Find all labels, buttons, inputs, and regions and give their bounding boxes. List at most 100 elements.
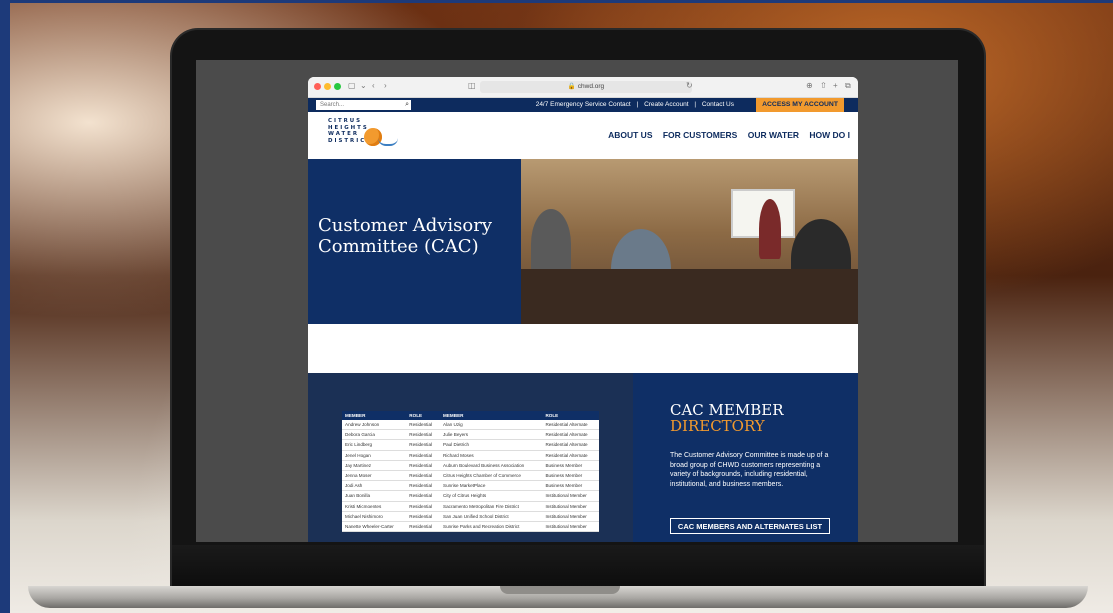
table-header-row: MEMBER ROLE MEMBER ROLE xyxy=(342,411,599,420)
nav-how-do-i[interactable]: HOW DO I xyxy=(809,130,850,140)
table-cell: Sacramento Metropolitan Fire District xyxy=(440,501,543,512)
access-account-button[interactable]: ACCESS MY ACCOUNT xyxy=(756,98,844,112)
table-cell: Citrus Heights Chamber of Commerce xyxy=(440,470,543,482)
members-table: MEMBER ROLE MEMBER ROLE Andrew Johnson Re… xyxy=(342,411,599,533)
table-cell: Residential Alternate xyxy=(542,429,599,441)
table-cell: Residential xyxy=(406,521,441,533)
laptop-bezel-bottom xyxy=(172,545,984,587)
directory-title-line: DIRECTORY xyxy=(670,417,765,435)
nav-about-us[interactable]: ABOUT US xyxy=(608,130,652,140)
table-cell: Residential xyxy=(406,511,441,522)
table-row: Debora Garcia Residential Julie Beyers Resi… xyxy=(342,429,599,441)
table-cell: Sunrise Parks and Recreation District xyxy=(440,521,543,533)
members-list-button[interactable]: CAC MEMBERS AND ALTERNATES LIST xyxy=(670,518,830,534)
meeting-chairs xyxy=(521,269,858,324)
table-cell: Institutional Member xyxy=(542,511,599,522)
back-icon[interactable]: ‹ xyxy=(372,81,375,90)
table-cell: Residential xyxy=(406,460,441,471)
maximize-window-button[interactable] xyxy=(334,83,341,90)
table-cell: Kristi Micmoentes xyxy=(342,501,407,512)
search-input[interactable]: Search... ⌕ xyxy=(316,100,411,110)
url-text: chwd.org xyxy=(577,83,605,90)
table-cell: Residential xyxy=(406,450,441,461)
nav-for-customers[interactable]: FOR CUSTOMERS xyxy=(663,130,737,140)
minimize-window-button[interactable] xyxy=(324,83,331,90)
privacy-report-icon[interactable]: ◫ xyxy=(468,81,476,90)
table-cell: Michael Nishimoro xyxy=(342,511,407,522)
emergency-contact-link[interactable]: 24/7 Emergency Service Contact xyxy=(536,101,631,108)
table-cell: Residential Alternate xyxy=(542,420,599,431)
table-row: Jay Martinez Residential Auburn Boulevard … xyxy=(342,460,599,471)
table-cell: Andrew Johnson xyxy=(342,420,407,431)
column-header: ROLE xyxy=(406,411,441,420)
share-icon[interactable]: ⇧ xyxy=(820,81,827,90)
table-cell: San Juan Unified School District xyxy=(440,511,543,522)
chwd-logo[interactable]: CITRUS HEIGHTS WATER DISTRICT xyxy=(328,118,398,146)
close-window-button[interactable] xyxy=(314,83,321,90)
logo-line: CITRUS xyxy=(328,118,363,124)
browser-toolbar: ▢ ⌄ ‹ › ◫ 🔒 chwd.org ↻ ⊕ ⇧ + ⧉ xyxy=(308,77,858,98)
frame-top-stripe xyxy=(0,0,1113,3)
directory-info-panel: CAC MEMBER DIRECTORY The Customer Adviso… xyxy=(633,373,858,542)
search-icon[interactable]: ⌕ xyxy=(405,100,409,110)
table-cell: Institutional Member xyxy=(542,490,599,502)
table-cell: Residential xyxy=(406,480,441,492)
table-cell: Julie Beyers xyxy=(440,429,543,441)
table-cell: Residential xyxy=(406,490,441,502)
table-cell: City of Citrus Heights xyxy=(440,490,543,502)
utility-links: 24/7 Emergency Service Contact | Create … xyxy=(534,98,736,112)
browser-window: ▢ ⌄ ‹ › ◫ 🔒 chwd.org ↻ ⊕ ⇧ + ⧉ Search...… xyxy=(308,77,858,542)
column-header: ROLE xyxy=(542,411,599,420)
table-body: Andrew Johnson Residential Alan Uzig Reside… xyxy=(342,420,599,533)
table-cell: Debora Garcia xyxy=(342,429,407,441)
nav-our-water[interactable]: OUR WATER xyxy=(748,130,799,140)
water-wave-icon xyxy=(378,138,398,146)
sidebar-icon[interactable]: ▢ xyxy=(348,81,356,90)
table-cell: Residential xyxy=(406,420,441,431)
table-row: Jodi Ash Residential Sunrise MarketPlace Bu… xyxy=(342,480,599,492)
main-nav: ABOUT US FOR CUSTOMERS OUR WATER HOW DO … xyxy=(600,130,850,140)
chevron-down-icon[interactable]: ⌄ xyxy=(360,81,367,90)
table-cell: Residential xyxy=(406,470,441,482)
contact-us-link[interactable]: Contact Us xyxy=(702,101,734,108)
directory-title: CAC MEMBER DIRECTORY xyxy=(670,402,784,434)
create-account-link[interactable]: Create Account xyxy=(644,101,688,108)
tab-overview-icon[interactable]: ⧉ xyxy=(845,81,851,91)
table-cell: Institutional Member xyxy=(542,501,599,512)
table-cell: Auburn Boulevard Business Association xyxy=(440,460,543,471)
table-cell: Jenel Hogan xyxy=(342,450,407,461)
table-cell: Juan Bonilla xyxy=(342,490,407,502)
column-header: MEMBER xyxy=(342,411,407,420)
table-cell: Jay Martinez xyxy=(342,460,407,471)
address-bar[interactable]: 🔒 chwd.org xyxy=(480,81,692,93)
directory-title-line: CAC MEMBER xyxy=(670,401,784,419)
table-row: Jenna Moser Residential Citrus Heights Cha… xyxy=(342,470,599,482)
presenter-figure xyxy=(759,199,781,259)
table-cell: Institutional Member xyxy=(542,521,599,533)
table-cell: Residential xyxy=(406,501,441,512)
meeting-photo xyxy=(521,159,858,324)
table-row: Kristi Micmoentes Residential Sacramento M… xyxy=(342,501,599,512)
table-row: Jenel Hogan Residential Richard Moses Resid… xyxy=(342,450,599,461)
table-row: Juan Bonilla Residential City of Citrus He… xyxy=(342,490,599,502)
download-icon[interactable]: ⊕ xyxy=(806,81,813,90)
page-title: Customer Advisory Committee (CAC) xyxy=(318,215,493,257)
reload-icon[interactable]: ↻ xyxy=(686,81,693,90)
table-cell: Residential xyxy=(406,429,441,441)
table-cell: Richard Moses xyxy=(440,450,543,461)
directory-section: MEMBER ROLE MEMBER ROLE Andrew Johnson Re… xyxy=(308,373,858,542)
directory-table-panel: MEMBER ROLE MEMBER ROLE Andrew Johnson Re… xyxy=(308,373,633,542)
search-placeholder: Search... xyxy=(320,102,345,108)
frame-left-stripe xyxy=(0,0,10,613)
laptop-notch xyxy=(500,586,620,594)
utility-bar: Search... ⌕ 24/7 Emergency Service Conta… xyxy=(308,98,858,112)
divider: | xyxy=(636,101,639,108)
table-cell: Business Member xyxy=(542,480,599,492)
table-cell: Residential Alternate xyxy=(542,439,599,451)
table-row: Michael Nishimoro Residential San Juan Uni… xyxy=(342,511,599,522)
table-cell: Jodi Ash xyxy=(342,480,407,492)
table-cell: Residential xyxy=(406,439,441,451)
forward-icon[interactable]: › xyxy=(384,81,387,90)
table-row: Andrew Johnson Residential Alan Uzig Reside… xyxy=(342,420,599,431)
new-tab-icon[interactable]: + xyxy=(833,81,838,90)
